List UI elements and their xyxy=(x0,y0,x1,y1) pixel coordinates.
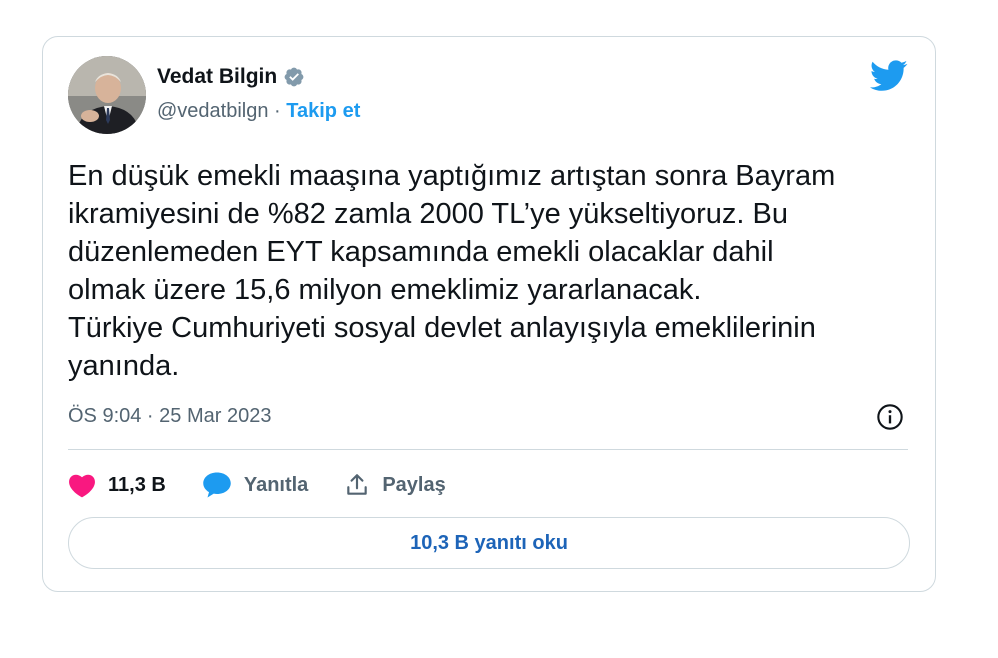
share-button[interactable]: Paylaş xyxy=(344,472,446,498)
tweet-actions: 11,3 B Yanıtla Paylaş xyxy=(68,468,482,502)
share-label: Paylaş xyxy=(382,473,446,496)
read-replies-label: 10,3 B yanıtı oku xyxy=(410,531,568,554)
speech-bubble-icon xyxy=(203,472,231,498)
divider xyxy=(68,449,908,450)
author-name[interactable]: Vedat Bilgin xyxy=(157,65,277,89)
reply-button[interactable]: Yanıtla xyxy=(202,471,308,499)
heart-icon xyxy=(69,474,95,498)
avatar[interactable] xyxy=(68,56,146,134)
read-replies-button[interactable]: 10,3 B yanıtı oku xyxy=(68,517,910,569)
twitter-bird-icon[interactable] xyxy=(870,60,908,92)
author-name-row: Vedat Bilgin xyxy=(157,65,305,89)
like-count: 11,3 B xyxy=(108,473,166,496)
reply-label: Yanıtla xyxy=(243,473,309,496)
share-upload-icon xyxy=(347,474,368,495)
info-icon[interactable] xyxy=(876,403,904,431)
author-handle[interactable]: @vedatbilgn xyxy=(157,100,268,122)
handle-separator: · xyxy=(268,100,287,122)
tweet-timestamp[interactable]: ÖS 9:04 · 25 Mar 2023 xyxy=(68,405,271,428)
follow-button[interactable]: Takip et xyxy=(286,100,360,122)
author-handle-row: @vedatbilgn · Takip et xyxy=(157,100,360,123)
avatar-photo xyxy=(68,56,146,134)
tweet-text: En düşük emekli maaşına yaptığımız artış… xyxy=(68,160,836,382)
verified-badge-icon xyxy=(283,66,305,88)
like-button[interactable]: 11,3 B xyxy=(68,472,166,498)
